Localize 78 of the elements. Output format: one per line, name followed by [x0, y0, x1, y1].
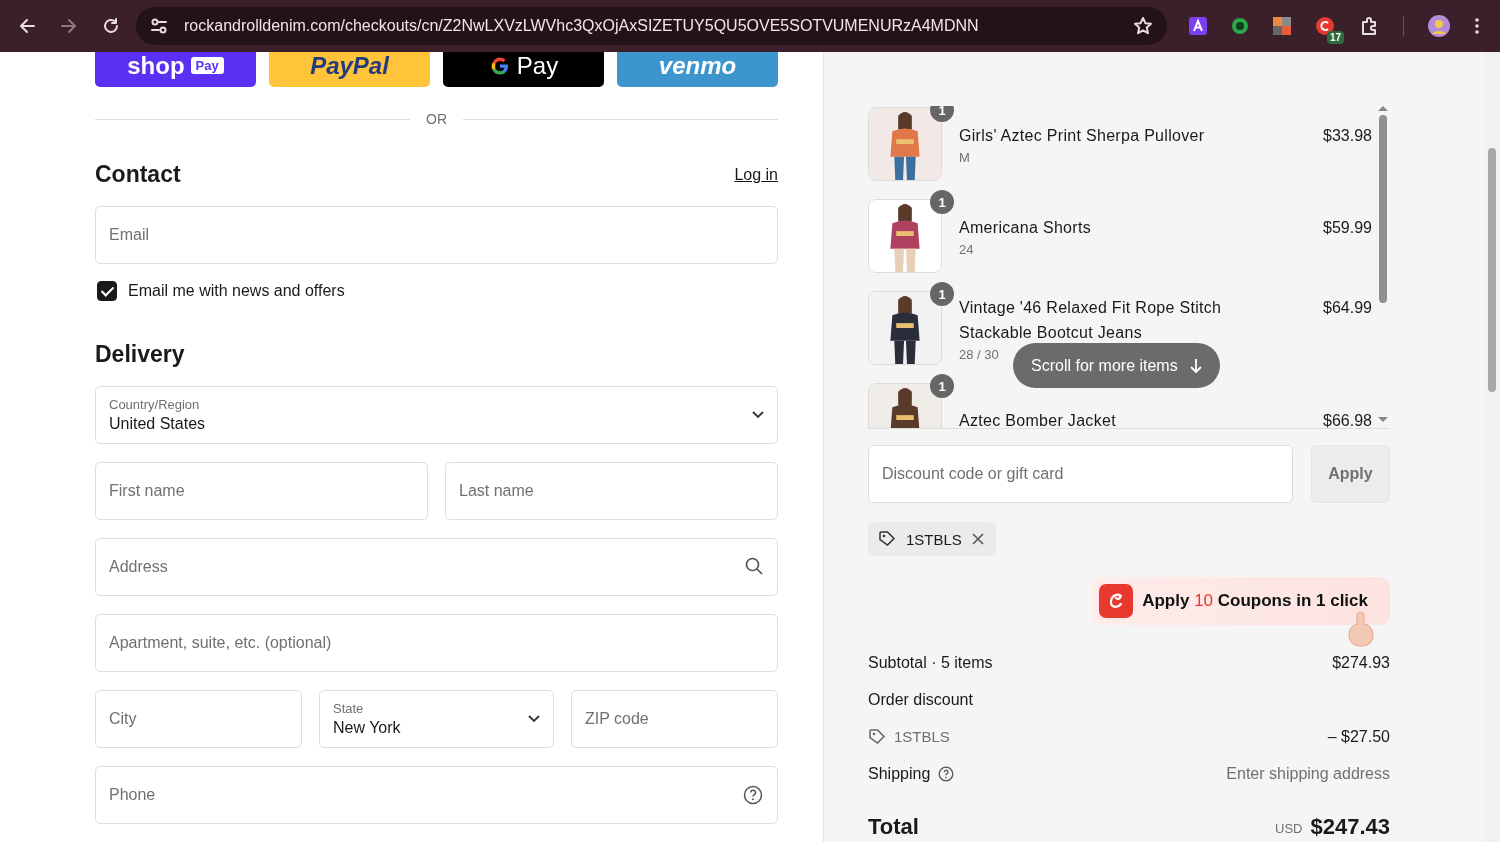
- chevron-down-icon: [752, 411, 764, 419]
- url-text: rockandrolldenim.com/checkouts/cn/Z2NwLXVzLWVhc3QxOjAxSIZETUY5QU5OVE5SOTVUMENURzA4MDNN: [184, 17, 979, 35]
- address-bar[interactable]: rockandrolldenim.com/checkouts/cn/Z2NwLXVzLWVhc3QxOjAxSIZETUY5QU5OVE5SOTVUMENURzA4MDNN: [136, 7, 1167, 45]
- search-icon[interactable]: [745, 557, 763, 575]
- puzzle-icon[interactable]: [1359, 16, 1379, 36]
- site-settings-icon[interactable]: [150, 17, 168, 35]
- chevron-down-icon: [528, 715, 540, 723]
- tag-icon: [878, 530, 896, 548]
- product-name: Girls' Aztec Print Sherpa Pullover: [959, 126, 1206, 146]
- input-field[interactable]: Phone: [95, 766, 778, 824]
- tag-icon: [868, 727, 886, 746]
- shipping-value: Enter shipping address: [1226, 764, 1390, 784]
- select-value: United States: [109, 415, 206, 433]
- coupon-app-icon: [1099, 584, 1134, 618]
- input-field[interactable]: First name: [95, 462, 428, 520]
- coupon-promo-button[interactable]: Apply 10 Coupons in 1 click: [1092, 577, 1390, 625]
- total-value: $247.43: [1310, 815, 1390, 838]
- email-field[interactable]: Email: [95, 206, 778, 264]
- section-heading: Contact: [95, 161, 181, 188]
- discount-code: 1STBLS: [906, 530, 962, 548]
- select-value: New York: [333, 719, 401, 737]
- section-heading: Delivery: [95, 341, 186, 368]
- checkbox[interactable]: [97, 281, 117, 301]
- product-name: Americana Shorts: [959, 218, 1092, 238]
- select-field[interactable]: State New York: [319, 690, 554, 748]
- help-icon[interactable]: [743, 785, 763, 805]
- promo-text: Apply 10 Coupons in 1 click: [1142, 591, 1368, 611]
- count-badge: 17: [1326, 31, 1344, 44]
- quantity-badge: 1: [930, 282, 954, 306]
- pay-badge: Pay: [190, 57, 224, 74]
- reload-icon[interactable]: [102, 17, 120, 35]
- scroll-hint-button[interactable]: Scroll for more items: [1013, 343, 1220, 388]
- product-variant: 24: [959, 242, 974, 257]
- product-name: Aztec Bomber Jacket: [959, 410, 1117, 428]
- product-price: $64.99: [1323, 297, 1373, 318]
- product-price: $59.99: [1323, 218, 1373, 238]
- product-variant: M: [959, 150, 970, 165]
- divider-text: OR: [426, 111, 447, 127]
- subtotal-label: Subtotal · 5 items: [868, 653, 993, 673]
- login-link[interactable]: Log in: [734, 165, 778, 184]
- currency-code: USD: [1275, 820, 1303, 838]
- quantity-badge: 1: [930, 374, 954, 398]
- total-label: Total: [868, 815, 919, 838]
- close-icon[interactable]: [971, 533, 984, 545]
- product-price: $33.98: [1323, 126, 1373, 146]
- discount-field[interactable]: Discount code or gift card: [868, 445, 1293, 503]
- scrollbar[interactable]: [1484, 52, 1500, 842]
- paypal-button[interactable]: PayPal: [269, 52, 430, 87]
- select-field[interactable]: Country/Region United States: [95, 386, 778, 444]
- checkbox-label: Email me with news and offers: [128, 282, 345, 300]
- quantity-badge: 1: [930, 190, 954, 214]
- subtotal-value: $274.93: [1332, 653, 1390, 673]
- help-icon[interactable]: [938, 765, 955, 782]
- shop-pay-button[interactable]: shop Pay: [95, 52, 256, 87]
- field-label: Country/Region: [109, 397, 201, 412]
- input-field[interactable]: Last name: [445, 462, 778, 520]
- field-label: State: [333, 701, 365, 716]
- product-variant: 28 / 30: [959, 346, 999, 362]
- discount-amount: – $27.50: [1327, 727, 1390, 747]
- input-field[interactable]: Address: [95, 538, 778, 596]
- google-pay-button[interactable]: Pay: [443, 52, 604, 87]
- discount-code: 1STBLS: [894, 727, 950, 747]
- avatar-icon[interactable]: [1428, 15, 1450, 37]
- arrow-down-icon: [1189, 357, 1202, 374]
- input-field[interactable]: Apartment, suite, etc. (optional): [95, 614, 778, 672]
- apply-button[interactable]: Apply: [1311, 445, 1390, 503]
- product-name: Vintage '46 Relaxed Fit Rope Stitch Stackable Bootcut Jeans: [959, 297, 1223, 343]
- back-icon[interactable]: [18, 17, 36, 35]
- star-icon[interactable]: [1133, 16, 1153, 36]
- extension-icon[interactable]: [1189, 17, 1207, 35]
- input-field[interactable]: City: [95, 690, 302, 748]
- shipping-label: Shipping: [868, 764, 931, 784]
- product-price: $66.98: [1323, 410, 1373, 428]
- input-field[interactable]: ZIP code: [571, 690, 778, 748]
- forward-icon[interactable]: [60, 17, 78, 35]
- menu-icon[interactable]: [1474, 17, 1480, 35]
- quantity-badge: 1: [930, 106, 954, 122]
- discount-label: Order discount: [868, 690, 973, 710]
